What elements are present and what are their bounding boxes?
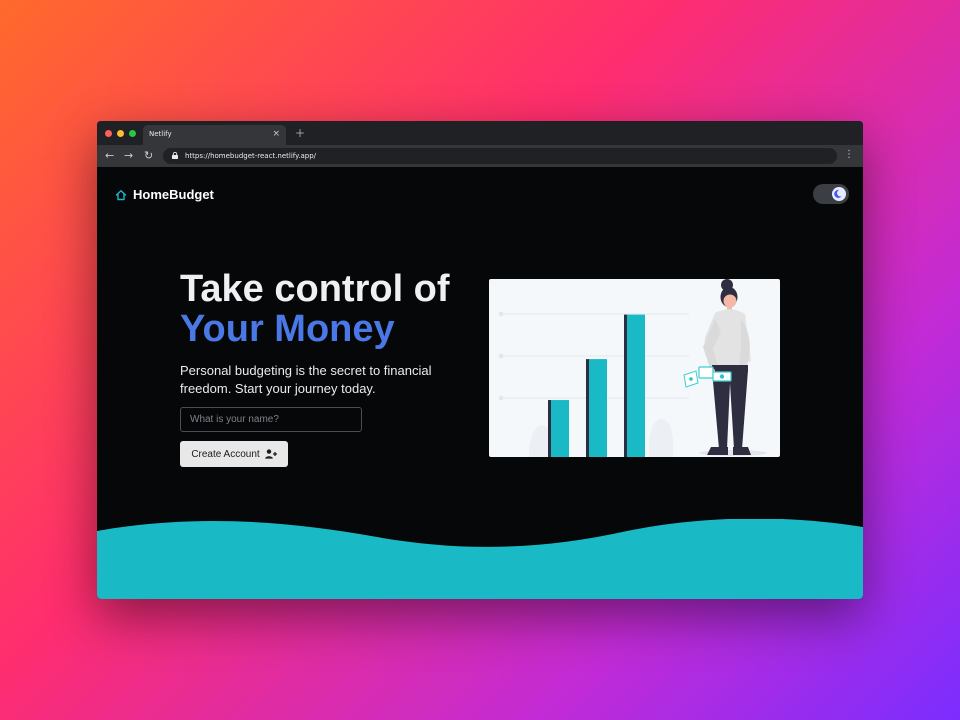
home-icon <box>115 189 127 200</box>
theme-toggle[interactable] <box>813 184 849 204</box>
footer-wave <box>97 519 863 599</box>
address-bar: ← → ↻ https://homebudget-react.netlify.a… <box>97 145 863 167</box>
new-tab-button[interactable]: + <box>295 126 305 140</box>
url-field[interactable]: https://homebudget-react.netlify.app/ <box>163 148 837 164</box>
woman-figure <box>683 279 767 456</box>
reload-button[interactable]: ↻ <box>144 149 153 162</box>
name-input[interactable] <box>180 407 362 432</box>
browser-tab-bar: Netlify × + <box>97 121 863 145</box>
create-account-button[interactable]: Create Account <box>180 441 288 467</box>
growth-illustration <box>489 279 780 457</box>
maximize-window-button[interactable] <box>129 130 136 137</box>
bar <box>551 400 569 457</box>
moon-icon <box>834 189 842 198</box>
hero-title: Take control of Your Money <box>180 269 450 349</box>
lock-icon <box>172 152 178 159</box>
close-window-button[interactable] <box>105 130 112 137</box>
bar-chart <box>548 314 645 457</box>
browser-menu-icon[interactable]: ⋮ <box>844 149 854 160</box>
hero-tagline: Personal budgeting is the secret to fina… <box>180 363 432 396</box>
create-account-label: Create Account <box>191 448 260 460</box>
hero-title-line-1: Take control of <box>180 268 450 310</box>
bar <box>589 359 607 457</box>
user-plus-icon <box>264 449 277 459</box>
window-controls <box>105 130 136 137</box>
page-content: HomeBudget Take control of Your Money Pe… <box>97 167 863 599</box>
bar <box>627 314 645 457</box>
brand-name: HomeBudget <box>133 187 214 202</box>
browser-window: Netlify × + ← → ↻ https://homebudget-rea… <box>97 121 863 599</box>
theme-toggle-knob <box>832 187 846 201</box>
tab-title: Netlify <box>149 130 172 138</box>
brand-link[interactable]: HomeBudget <box>115 187 214 202</box>
browser-tab[interactable]: Netlify × <box>143 125 286 145</box>
tab-close-icon[interactable]: × <box>272 129 280 139</box>
finance-illustration-svg <box>498 279 767 457</box>
minimize-window-button[interactable] <box>117 130 124 137</box>
forward-button[interactable]: → <box>124 149 133 162</box>
url-text: https://homebudget-react.netlify.app/ <box>185 152 317 160</box>
back-button[interactable]: ← <box>105 149 114 162</box>
hero-title-line-2: Your Money <box>180 308 395 350</box>
